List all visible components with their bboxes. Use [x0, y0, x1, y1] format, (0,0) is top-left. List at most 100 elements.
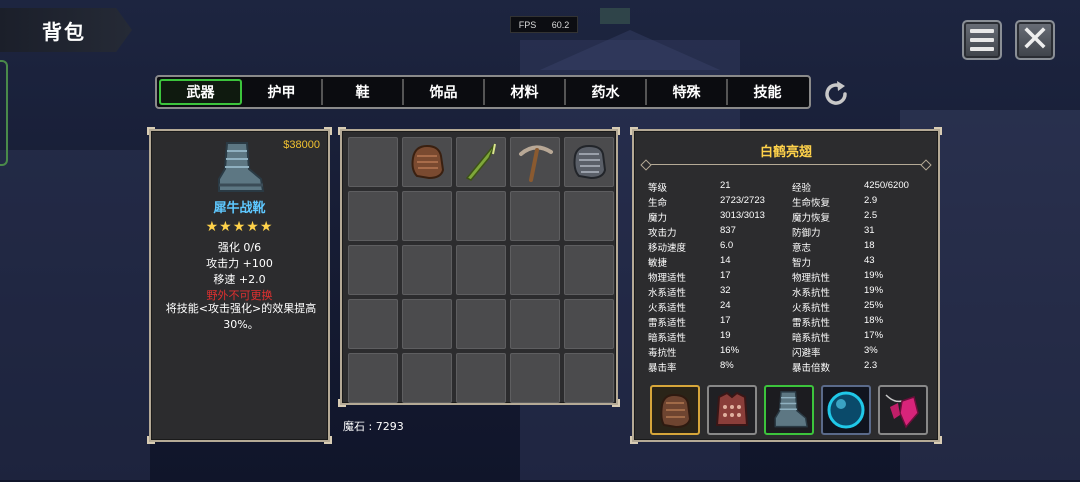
tab-accessories[interactable]: 饰品: [404, 79, 485, 105]
tab-armor[interactable]: 护甲: [242, 79, 323, 105]
inventory-slot-empty[interactable]: [510, 245, 560, 295]
inventory-slot[interactable]: [456, 137, 506, 187]
stat-label: 经验: [792, 183, 812, 194]
inventory-slot-empty[interactable]: [456, 353, 506, 403]
stat-value: 2.3: [864, 360, 878, 371]
inventory-slot-empty[interactable]: [348, 137, 398, 187]
inventory-slot-empty[interactable]: [348, 191, 398, 241]
stat-label: 闪避率: [792, 348, 821, 359]
item-rating-stars: ★★★★★: [205, 219, 274, 235]
stat-label: 移动速度: [648, 243, 687, 254]
stat-label: 火系抗性: [792, 303, 831, 314]
inventory-slot-empty[interactable]: [348, 245, 398, 295]
inventory-slot-empty[interactable]: [402, 353, 452, 403]
inventory-slot-empty[interactable]: [510, 191, 560, 241]
inventory-slot-empty[interactable]: [402, 191, 452, 241]
inventory-slot[interactable]: [564, 137, 614, 187]
stat-value: 25%: [864, 300, 884, 311]
side-drawer-handle[interactable]: [0, 60, 8, 166]
stat-label: 水系抗性: [792, 288, 831, 299]
character-name: 白鹤亮翅: [759, 145, 812, 160]
tab-shoes[interactable]: 鞋: [323, 79, 404, 105]
stat-value: 3%: [864, 345, 878, 356]
stat-row: 水系适性 32 水系抗性 19%: [648, 285, 932, 300]
brown-gauntlet-icon: [660, 393, 692, 429]
tab-special[interactable]: 特殊: [647, 79, 728, 105]
green-spear-icon: [465, 143, 496, 181]
stat-label: 生命恢复: [792, 198, 831, 209]
tab-weapons[interactable]: 武器: [159, 79, 242, 105]
inventory-slot-empty[interactable]: [456, 299, 506, 349]
stat-label: 物理抗性: [792, 273, 831, 284]
stat-row: 等级 21 经验 4250/6200: [648, 180, 932, 195]
stat-label: 防御力: [792, 228, 821, 239]
inventory-slot-empty[interactable]: [564, 245, 614, 295]
stat-row: 敏捷 14 智力 43: [648, 255, 932, 270]
page-title-banner: 背包: [0, 8, 132, 52]
inventory-slot-empty[interactable]: [348, 353, 398, 403]
inventory-slot-empty[interactable]: [564, 353, 614, 403]
stat-row: 攻击力 837 防御力 31: [648, 225, 932, 240]
page-title: 背包: [42, 19, 86, 44]
tab-materials[interactable]: 材料: [485, 79, 566, 105]
close-button[interactable]: ✕: [1015, 20, 1055, 60]
inventory-slot[interactable]: [510, 137, 560, 187]
equip-slot-gloves[interactable]: [650, 385, 700, 435]
fps-counter: FPS 60.2: [510, 16, 578, 33]
fps-label: FPS: [518, 19, 537, 30]
stat-label: 水系适性: [648, 288, 687, 299]
item-attack-bonus: 攻击力 +100: [206, 257, 273, 270]
menu-button[interactable]: [962, 20, 1002, 60]
inventory-slot[interactable]: [402, 137, 452, 187]
stat-value: 18%: [864, 315, 884, 326]
inventory-slot-empty[interactable]: [564, 191, 614, 241]
stat-label: 暗系抗性: [792, 333, 831, 344]
stat-label: 攻击力: [648, 228, 677, 239]
inventory-slot-empty[interactable]: [402, 245, 452, 295]
inventory-slot-empty[interactable]: [510, 353, 560, 403]
ornamental-divider: [646, 164, 926, 165]
inventory-slot-empty[interactable]: [402, 299, 452, 349]
stat-label: 意志: [792, 243, 812, 254]
inventory-slot-empty[interactable]: [456, 191, 506, 241]
leather-gauntlet-icon: [411, 144, 445, 180]
tab-skills[interactable]: 技能: [728, 79, 807, 105]
equip-slot-orb[interactable]: [821, 385, 871, 435]
stat-value: 19: [720, 330, 731, 341]
refresh-icon: [825, 81, 847, 105]
stat-row: 毒抗性 16% 闪避率 3%: [648, 345, 932, 360]
stat-value: 3013/3013: [720, 210, 765, 221]
stat-row: 暗系适性 19 暗系抗性 17%: [648, 330, 932, 345]
stat-value: 17%: [864, 330, 884, 341]
equip-slot-armor[interactable]: [707, 385, 757, 435]
stat-value: 2.9: [864, 195, 878, 206]
stat-value: 32: [720, 285, 731, 296]
stat-row: 火系适性 24 火系抗性 25%: [648, 300, 932, 315]
fps-value: 60.2: [551, 19, 570, 30]
inventory-grid: [348, 137, 614, 403]
stat-value: 2.5: [864, 210, 878, 221]
stat-row: 物理适性 17 物理抗性 19%: [648, 270, 932, 285]
inventory-slot-empty[interactable]: [348, 299, 398, 349]
stat-label: 物理适性: [648, 273, 687, 284]
stat-label: 智力: [792, 258, 812, 269]
stat-row: 魔力 3013/3013 魔力恢复 2.5: [648, 210, 932, 225]
refresh-button[interactable]: [820, 78, 852, 110]
background-tower: [0, 150, 150, 480]
stat-value: 6.0: [720, 240, 734, 251]
stat-value: 19%: [864, 285, 884, 296]
item-price: $38000: [283, 139, 320, 151]
stat-value: 31: [864, 225, 875, 236]
equip-slot-accessory[interactable]: [878, 385, 928, 435]
equip-slot-boots[interactable]: [764, 385, 814, 435]
stat-row: 暴击率 8% 暴击倍数 2.3: [648, 360, 932, 375]
inventory-slot-empty[interactable]: [510, 299, 560, 349]
inventory-slot-empty[interactable]: [456, 245, 506, 295]
item-name: 犀牛战靴: [213, 201, 266, 216]
item-enhance-level: 强化 0/6: [217, 241, 262, 254]
inventory-panel: [338, 127, 620, 407]
inventory-slot-empty[interactable]: [564, 299, 614, 349]
pink-crystal-necklace-icon: [885, 394, 919, 429]
tab-potions[interactable]: 药水: [566, 79, 647, 105]
character-stats-table: 等级 21 经验 4250/6200 生命 2723/2723 生命恢复 2.9 魔力 3013/…: [648, 180, 932, 375]
